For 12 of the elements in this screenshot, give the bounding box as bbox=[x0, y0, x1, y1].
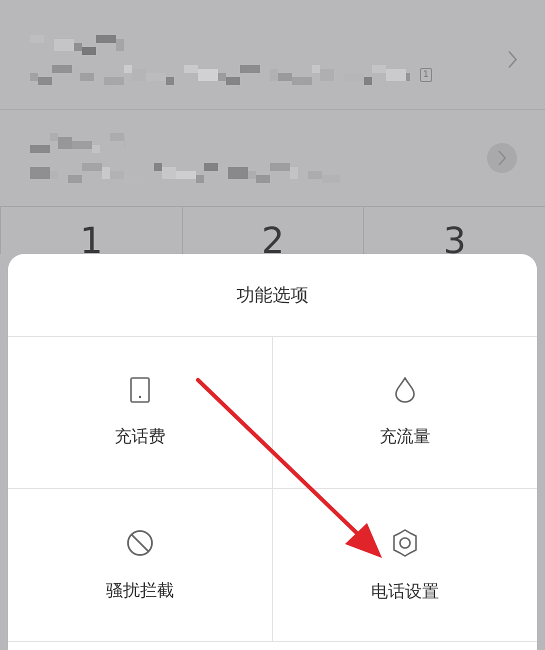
sim-badge: 1 bbox=[420, 68, 432, 82]
block-icon bbox=[126, 528, 154, 556]
chevron-icon[interactable] bbox=[508, 51, 517, 68]
option-tile[interactable]: 充话费 bbox=[8, 337, 272, 489]
drop-icon bbox=[394, 377, 416, 403]
chevron-icon bbox=[498, 151, 506, 165]
chevron-button[interactable] bbox=[487, 143, 517, 173]
sheet-title: 功能选项 bbox=[236, 284, 308, 307]
option-tile[interactable]: 电话设置 bbox=[272, 489, 537, 641]
option-tile[interactable]: 充流量 bbox=[272, 337, 537, 489]
option-tile[interactable]: 骚扰拦截 bbox=[8, 489, 272, 641]
phone-icon bbox=[130, 377, 150, 403]
